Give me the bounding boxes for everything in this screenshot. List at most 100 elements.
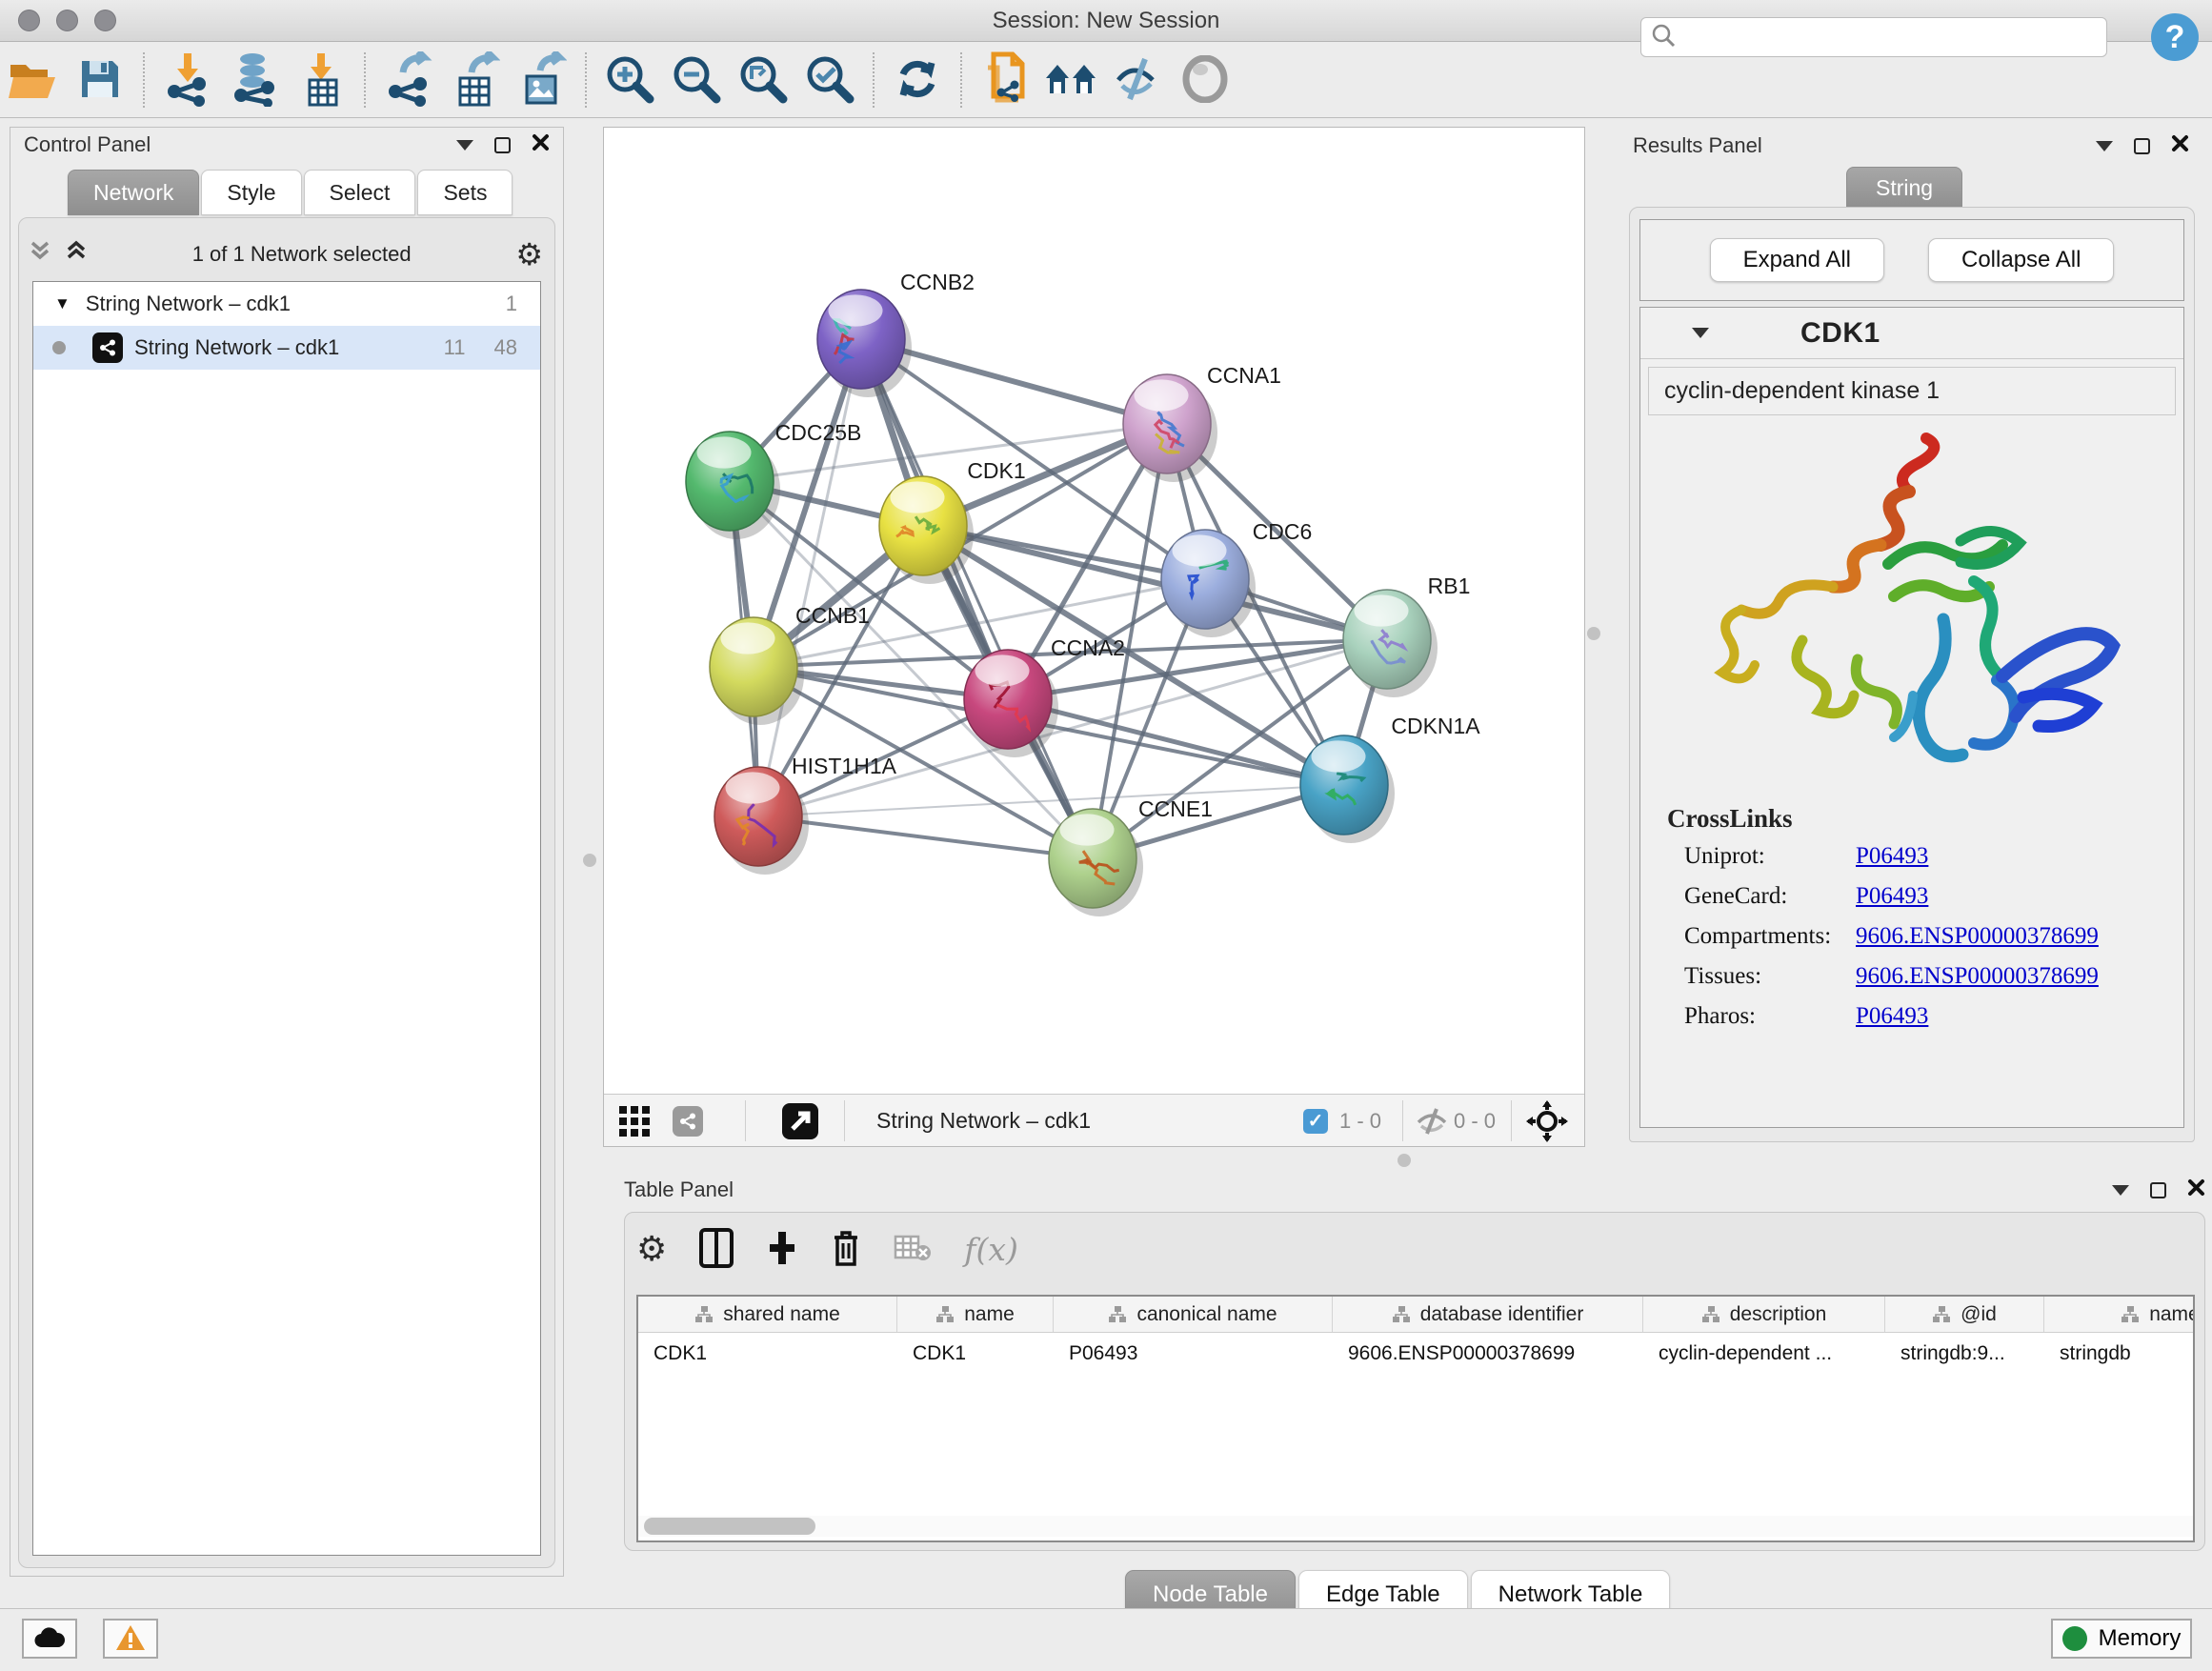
save-session-button[interactable] bbox=[67, 50, 133, 111]
network-node-rb1[interactable]: RB1 bbox=[1343, 574, 1470, 697]
column-header-namespace[interactable]: namespace bbox=[2044, 1297, 2195, 1332]
zoom-fit-button[interactable] bbox=[730, 50, 796, 111]
pharos-link[interactable]: P06493 bbox=[1856, 1003, 1928, 1030]
table-row[interactable]: CDK1CDK1P064939606.ENSP00000378699cyclin… bbox=[638, 1333, 2193, 1375]
fit-content-crosshair-button[interactable] bbox=[1526, 1095, 1568, 1147]
network-node-ccne1[interactable]: CCNE1 bbox=[1049, 796, 1213, 916]
tab-sets[interactable]: Sets bbox=[417, 170, 513, 215]
column-header-description[interactable]: description bbox=[1643, 1297, 1885, 1332]
export-network-button[interactable] bbox=[375, 50, 442, 111]
network-edge[interactable] bbox=[758, 639, 1387, 816]
genecard-link[interactable]: P06493 bbox=[1856, 883, 1928, 910]
network-node-hist1h1a[interactable]: HIST1H1A bbox=[714, 754, 897, 875]
fx-icon: f(x) bbox=[964, 1231, 1018, 1268]
table-cell[interactable]: P06493 bbox=[1054, 1333, 1333, 1375]
glass-ball-effect-button[interactable] bbox=[1172, 50, 1238, 111]
node-label: CDC6 bbox=[1253, 519, 1313, 544]
left-splitter-handle[interactable] bbox=[583, 854, 596, 867]
table-horizontal-scrollbar[interactable] bbox=[638, 1516, 2193, 1537]
delete-table-button[interactable] bbox=[894, 1233, 932, 1266]
export-image-button[interactable] bbox=[509, 50, 575, 111]
import-string-network-button[interactable] bbox=[972, 50, 1038, 111]
network-edge[interactable] bbox=[861, 339, 1093, 858]
import-network-database-button[interactable] bbox=[221, 50, 288, 111]
uniprot-link[interactable]: P06493 bbox=[1856, 843, 1928, 870]
string-home-button[interactable] bbox=[1038, 50, 1105, 111]
panel-float-icon[interactable] bbox=[2134, 138, 2150, 154]
function-builder-button[interactable]: f(x) bbox=[964, 1231, 1018, 1268]
panel-menu-icon[interactable] bbox=[2096, 141, 2113, 151]
tab-select[interactable]: Select bbox=[304, 170, 416, 215]
panel-close-icon[interactable] bbox=[2187, 1178, 2205, 1201]
collapse-all-button[interactable]: Collapse All bbox=[1928, 238, 2114, 282]
collapse-all-networks-icon[interactable] bbox=[29, 239, 51, 270]
network-edge[interactable] bbox=[758, 339, 861, 816]
create-column-button[interactable] bbox=[766, 1228, 798, 1271]
scrollbar-thumb[interactable] bbox=[644, 1518, 815, 1535]
search-input[interactable] bbox=[1676, 26, 2106, 50]
table-cell[interactable]: stringdb:9... bbox=[1885, 1333, 2044, 1375]
zoom-selected-button[interactable] bbox=[796, 50, 863, 111]
table-options-button[interactable]: ⚙ bbox=[636, 1234, 667, 1264]
hidden-eye-icon[interactable] bbox=[1416, 1095, 1448, 1147]
warnings-button[interactable] bbox=[103, 1619, 158, 1659]
section-collapse-icon[interactable] bbox=[1692, 328, 1709, 338]
bottom-splitter-handle[interactable] bbox=[1398, 1154, 1411, 1167]
network-node-cdc6[interactable]: CDC6 bbox=[1161, 519, 1312, 637]
compartments-link[interactable]: 9606.ENSP00000378699 bbox=[1856, 923, 2099, 950]
selected-checkbox[interactable]: ✓ bbox=[1303, 1095, 1328, 1147]
table-cell[interactable]: stringdb bbox=[2044, 1333, 2195, 1375]
network-share-badge-icon[interactable] bbox=[673, 1095, 703, 1147]
expand-all-button[interactable]: Expand All bbox=[1710, 238, 1884, 282]
column-header-canonical-name[interactable]: canonical name bbox=[1054, 1297, 1333, 1332]
table-cell[interactable]: 9606.ENSP00000378699 bbox=[1333, 1333, 1643, 1375]
panel-float-icon[interactable] bbox=[2150, 1182, 2166, 1198]
memory-button[interactable]: Memory bbox=[2051, 1619, 2192, 1659]
selected-counts: 1 - 0 bbox=[1339, 1109, 1381, 1134]
column-header-name[interactable]: name bbox=[897, 1297, 1054, 1332]
table-cell[interactable]: CDK1 bbox=[638, 1333, 897, 1375]
show-columns-button[interactable] bbox=[699, 1228, 734, 1271]
delete-column-button[interactable] bbox=[831, 1228, 861, 1271]
network-collection-row[interactable]: ▼ String Network – cdk1 1 bbox=[33, 282, 540, 326]
table-cell[interactable]: cyclin-dependent ... bbox=[1643, 1333, 1885, 1375]
panel-float-icon[interactable] bbox=[494, 137, 511, 153]
toggle-string-labels-button[interactable] bbox=[1105, 50, 1172, 111]
zoom-out-icon bbox=[671, 53, 722, 108]
network-row[interactable]: String Network – cdk1 11 48 bbox=[33, 326, 540, 370]
column-header-shared-name[interactable]: shared name bbox=[638, 1297, 897, 1332]
network-node-cdc25b[interactable]: CDC25B bbox=[686, 420, 861, 539]
column-header--id[interactable]: @id bbox=[1885, 1297, 2044, 1332]
zoom-out-button[interactable] bbox=[663, 50, 730, 111]
network-node-ccnb2[interactable]: CCNB2 bbox=[817, 270, 975, 397]
cloud-status-button[interactable] bbox=[22, 1619, 77, 1659]
expand-all-networks-icon[interactable] bbox=[65, 239, 88, 270]
import-network-file-button[interactable] bbox=[154, 50, 221, 111]
help-button[interactable]: ? bbox=[2151, 13, 2199, 61]
tab-network[interactable]: Network bbox=[68, 170, 199, 215]
right-splitter-handle[interactable] bbox=[1587, 627, 1600, 640]
tissues-link[interactable]: 9606.ENSP00000378699 bbox=[1856, 963, 2099, 990]
network-node-ccna1[interactable]: CCNA1 bbox=[1123, 363, 1281, 482]
table-panel: Table Panel ⚙ bbox=[616, 1174, 2212, 1553]
column-header-database-identifier[interactable]: database identifier bbox=[1333, 1297, 1643, 1332]
open-session-button[interactable] bbox=[0, 50, 67, 111]
refresh-button[interactable] bbox=[884, 50, 951, 111]
import-table-button[interactable] bbox=[288, 50, 354, 111]
table-cell[interactable]: CDK1 bbox=[897, 1333, 1054, 1375]
gear-icon[interactable]: ⚙ bbox=[515, 239, 543, 270]
panel-close-icon[interactable] bbox=[2171, 134, 2189, 157]
panel-close-icon[interactable] bbox=[532, 133, 550, 156]
network-canvas[interactable]: CCNB2CCNA1CDC25BCDK1CDC6RB1CCNB1CCNA2CDK… bbox=[604, 128, 1584, 1094]
open-in-new-window-button[interactable] bbox=[781, 1095, 819, 1147]
network-node-cdkn1a[interactable]: CDKN1A bbox=[1300, 714, 1480, 843]
collection-expand-icon[interactable]: ▼ bbox=[54, 294, 70, 313]
panel-menu-icon[interactable] bbox=[2112, 1185, 2129, 1196]
tab-string[interactable]: String bbox=[1846, 167, 1962, 209]
panel-menu-icon[interactable] bbox=[456, 140, 473, 151]
zoom-in-button[interactable] bbox=[596, 50, 663, 111]
birdseye-toggle-button[interactable] bbox=[617, 1095, 652, 1147]
tab-style[interactable]: Style bbox=[201, 170, 301, 215]
gene-section-header[interactable]: CDK1 bbox=[1640, 308, 2183, 359]
export-table-button[interactable] bbox=[442, 50, 509, 111]
